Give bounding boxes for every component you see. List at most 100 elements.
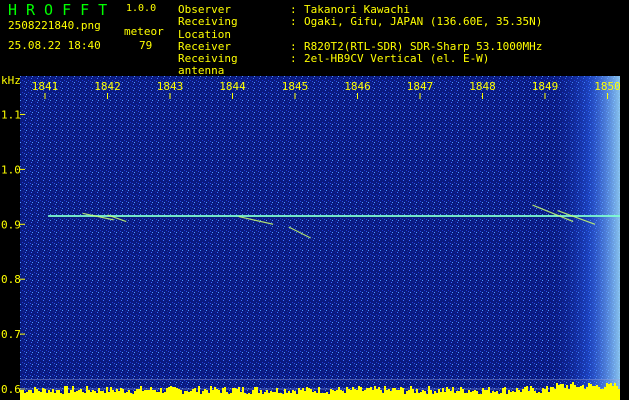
level-bar-segment: [422, 390, 424, 400]
level-bar-segment: [62, 394, 64, 400]
level-bar-segment: [462, 389, 464, 400]
level-bar-segment: [334, 391, 336, 400]
level-bar-segment: [84, 393, 86, 400]
level-bar-segment: [136, 389, 138, 400]
level-bar-segment: [578, 387, 580, 400]
level-bar-segment: [486, 390, 488, 400]
y-tick-label: 1.0: [1, 163, 21, 176]
level-bar-segment: [142, 391, 144, 400]
level-bar-segment: [222, 388, 224, 400]
level-bar-segment: [46, 393, 48, 400]
level-bar-segment: [556, 383, 558, 400]
level-bar-segment: [114, 392, 116, 400]
level-bar-segment: [332, 390, 334, 400]
level-bar-segment: [322, 393, 324, 400]
level-bar-segment: [212, 390, 214, 400]
level-bar-segment: [594, 386, 596, 400]
level-bar-segment: [514, 392, 516, 400]
level-bar-segment: [494, 392, 496, 400]
level-bar-segment: [202, 391, 204, 400]
level-bar-segment: [560, 384, 562, 400]
level-bar-segment: [608, 384, 610, 400]
level-bar-segment: [524, 387, 526, 400]
level-bar-segment: [74, 392, 76, 400]
level-bar-segment: [284, 389, 286, 400]
level-bar-segment: [508, 390, 510, 400]
level-bar-segment: [448, 389, 450, 400]
level-bar-segment: [20, 390, 22, 400]
level-bar-segment: [398, 390, 400, 400]
level-bar-segment: [138, 389, 140, 400]
level-bar-segment: [440, 392, 442, 400]
spectrogram: kHz 1.1 1.0 0.9 0.8 0.7 0.6 1841 1842 1843 1844 18…: [1, 74, 621, 400]
level-bar-segment: [372, 390, 374, 400]
noise-edge: [548, 76, 620, 400]
level-bar-segment: [380, 390, 382, 400]
level-bar-segment: [250, 394, 252, 400]
level-bar-segment: [414, 393, 416, 400]
level-bar-segment: [128, 390, 130, 400]
level-bar-segment: [616, 386, 618, 400]
level-bar-segment: [308, 388, 310, 400]
level-bar-segment: [70, 390, 72, 400]
level-bar-segment: [302, 388, 304, 400]
level-bar-segment: [350, 390, 352, 400]
level-bar-segment: [580, 386, 582, 400]
level-bar-segment: [290, 393, 292, 400]
level-bar-segment: [112, 390, 114, 400]
level-bar-segment: [258, 393, 260, 400]
level-bar-segment: [242, 387, 244, 400]
level-bar-segment: [548, 392, 550, 400]
level-bar-segment: [132, 394, 134, 400]
level-bar-segment: [604, 387, 606, 400]
level-bar-segment: [366, 388, 368, 400]
level-bar-segment: [276, 388, 278, 400]
level-bar-segment: [140, 386, 142, 400]
level-bar-segment: [340, 390, 342, 400]
level-bar-segment: [474, 390, 476, 400]
level-bar-segment: [240, 392, 242, 400]
level-bar-segment: [510, 392, 512, 400]
level-bar-segment: [420, 392, 422, 400]
level-bar-segment: [118, 391, 120, 400]
level-bar-segment: [170, 386, 172, 400]
level-bar-segment: [342, 391, 344, 400]
level-bar-segment: [450, 391, 452, 400]
level-bar-segment: [566, 385, 568, 400]
level-bar-segment: [126, 392, 128, 400]
level-bar-segment: [206, 390, 208, 400]
level-bar-segment: [464, 393, 466, 400]
x-tick-label: 1850: [594, 80, 621, 93]
level-bar-segment: [390, 391, 392, 400]
level-bar-segment: [468, 390, 470, 400]
level-bar-segment: [382, 393, 384, 400]
level-bar-segment: [606, 383, 608, 400]
y-tick-label: 0.7: [1, 328, 21, 341]
y-tick-label: 0.6: [1, 383, 21, 396]
level-bar-segment: [236, 389, 238, 400]
level-bar-segment: [328, 394, 330, 400]
level-bar-segment: [336, 390, 338, 400]
level-bar-segment: [466, 393, 468, 400]
level-bar-segment: [130, 393, 132, 400]
level-bar-segment: [154, 390, 156, 400]
level-bar-segment: [146, 390, 148, 400]
level-bar-segment: [30, 390, 32, 400]
level-bar-segment: [244, 393, 246, 400]
level-bar-segment: [452, 387, 454, 400]
level-bar-segment: [234, 388, 236, 400]
level-bar-segment: [190, 391, 192, 400]
level-bar-segment: [496, 391, 498, 400]
level-bar-segment: [312, 392, 314, 400]
level-bar-segment: [588, 383, 590, 400]
level-bar-segment: [104, 393, 106, 400]
level-bar-segment: [498, 394, 500, 400]
level-bar-segment: [228, 394, 230, 400]
level-bar-segment: [368, 388, 370, 400]
level-bar-segment: [92, 390, 94, 400]
level-bar-segment: [478, 394, 480, 400]
x-tick-label: 1841: [32, 80, 59, 93]
level-bar-segment: [400, 387, 402, 400]
level-bar-segment: [72, 386, 74, 400]
level-bar-segment: [264, 392, 266, 400]
